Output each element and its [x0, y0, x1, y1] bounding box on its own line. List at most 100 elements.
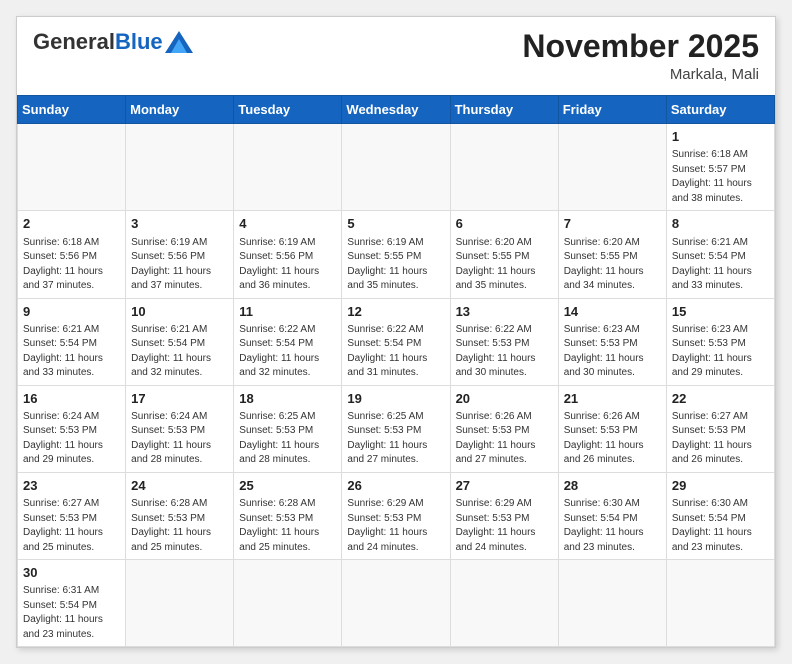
day-cell: 13 Sunrise: 6:22 AM Sunset: 5:53 PM Dayli…	[450, 298, 558, 385]
day-cell	[18, 124, 126, 211]
calendar-header: General Blue November 2025 Markala, Mali	[17, 17, 775, 87]
day-info: Sunrise: 6:26 AM Sunset: 5:53 PM Dayligh…	[456, 410, 553, 468]
weekday-header-friday: Friday	[558, 96, 666, 124]
location-title: Markala, Mali	[522, 66, 759, 83]
day-cell: 18 Sunrise: 6:25 AM Sunset: 5:53 PM Dayli…	[234, 385, 342, 472]
day-info: Sunrise: 6:23 AM Sunset: 5:53 PM Dayligh…	[564, 323, 661, 381]
day-number: 13	[456, 303, 553, 321]
day-info: Sunrise: 6:25 AM Sunset: 5:53 PM Dayligh…	[239, 410, 336, 468]
day-cell	[450, 560, 558, 647]
week-row-4: 16 Sunrise: 6:24 AM Sunset: 5:53 PM Dayli…	[18, 385, 775, 472]
day-info: Sunrise: 6:20 AM Sunset: 5:55 PM Dayligh…	[456, 236, 553, 294]
day-info: Sunrise: 6:23 AM Sunset: 5:53 PM Dayligh…	[672, 323, 769, 381]
day-cell: 25 Sunrise: 6:28 AM Sunset: 5:53 PM Dayli…	[234, 472, 342, 559]
weekday-header-monday: Monday	[126, 96, 234, 124]
day-info: Sunrise: 6:21 AM Sunset: 5:54 PM Dayligh…	[131, 323, 228, 381]
day-info: Sunrise: 6:18 AM Sunset: 5:57 PM Dayligh…	[672, 148, 769, 206]
day-number: 4	[239, 215, 336, 233]
day-info: Sunrise: 6:20 AM Sunset: 5:55 PM Dayligh…	[564, 236, 661, 294]
calendar-table: SundayMondayTuesdayWednesdayThursdayFrid…	[17, 95, 775, 647]
day-number: 12	[347, 303, 444, 321]
calendar-container: General Blue November 2025 Markala, Mali…	[16, 16, 776, 648]
day-cell: 10Sunrise: 6:21 AM Sunset: 5:54 PM Dayli…	[126, 298, 234, 385]
day-number: 19	[347, 390, 444, 408]
day-number: 24	[131, 477, 228, 495]
logo-general-text: General	[33, 29, 115, 55]
day-number: 8	[672, 215, 769, 233]
day-info: Sunrise: 6:21 AM Sunset: 5:54 PM Dayligh…	[23, 323, 120, 381]
day-number: 5	[347, 215, 444, 233]
day-info: Sunrise: 6:22 AM Sunset: 5:54 PM Dayligh…	[347, 323, 444, 381]
day-number: 21	[564, 390, 661, 408]
day-info: Sunrise: 6:19 AM Sunset: 5:56 PM Dayligh…	[239, 236, 336, 294]
day-cell: 1 Sunrise: 6:18 AM Sunset: 5:57 PM Daylig…	[666, 124, 774, 211]
day-info: Sunrise: 6:19 AM Sunset: 5:56 PM Dayligh…	[131, 236, 228, 294]
day-cell: 14Sunrise: 6:23 AM Sunset: 5:53 PM Dayli…	[558, 298, 666, 385]
day-cell: 19Sunrise: 6:25 AM Sunset: 5:53 PM Dayli…	[342, 385, 450, 472]
day-cell	[126, 560, 234, 647]
day-info: Sunrise: 6:30 AM Sunset: 5:54 PM Dayligh…	[672, 497, 769, 555]
day-number: 25	[239, 477, 336, 495]
day-info: Sunrise: 6:22 AM Sunset: 5:53 PM Dayligh…	[456, 323, 553, 381]
logo-blue-text: Blue	[115, 29, 163, 55]
day-number: 1	[672, 128, 769, 146]
day-number: 6	[456, 215, 553, 233]
day-number: 28	[564, 477, 661, 495]
day-cell: 22Sunrise: 6:27 AM Sunset: 5:53 PM Dayli…	[666, 385, 774, 472]
day-info: Sunrise: 6:28 AM Sunset: 5:53 PM Dayligh…	[239, 497, 336, 555]
day-cell: 30 Sunrise: 6:31 AM Sunset: 5:54 PM Dayli…	[18, 560, 126, 647]
day-info: Sunrise: 6:18 AM Sunset: 5:56 PM Dayligh…	[23, 236, 120, 294]
logo-icon	[165, 31, 193, 53]
day-cell: 15Sunrise: 6:23 AM Sunset: 5:53 PM Dayli…	[666, 298, 774, 385]
day-cell: 24 Sunrise: 6:28 AM Sunset: 5:53 PM Dayli…	[126, 472, 234, 559]
day-cell: 23Sunrise: 6:27 AM Sunset: 5:53 PM Dayli…	[18, 472, 126, 559]
day-cell: 11Sunrise: 6:22 AM Sunset: 5:54 PM Dayli…	[234, 298, 342, 385]
day-cell: 4 Sunrise: 6:19 AM Sunset: 5:56 PM Daylig…	[234, 211, 342, 298]
day-cell	[234, 124, 342, 211]
day-number: 2	[23, 215, 120, 233]
day-info: Sunrise: 6:27 AM Sunset: 5:53 PM Dayligh…	[23, 497, 120, 555]
day-cell: 7 Sunrise: 6:20 AM Sunset: 5:55 PM Daylig…	[558, 211, 666, 298]
day-cell: 27Sunrise: 6:29 AM Sunset: 5:53 PM Dayli…	[450, 472, 558, 559]
week-row-5: 23Sunrise: 6:27 AM Sunset: 5:53 PM Dayli…	[18, 472, 775, 559]
weekday-header-sunday: Sunday	[18, 96, 126, 124]
day-number: 7	[564, 215, 661, 233]
day-cell	[558, 124, 666, 211]
day-info: Sunrise: 6:31 AM Sunset: 5:54 PM Dayligh…	[23, 584, 120, 642]
day-cell: 6 Sunrise: 6:20 AM Sunset: 5:55 PM Daylig…	[450, 211, 558, 298]
title-block: November 2025 Markala, Mali	[522, 29, 759, 83]
day-info: Sunrise: 6:22 AM Sunset: 5:54 PM Dayligh…	[239, 323, 336, 381]
day-cell	[558, 560, 666, 647]
logo: General Blue	[33, 29, 193, 55]
week-row-3: 9 Sunrise: 6:21 AM Sunset: 5:54 PM Daylig…	[18, 298, 775, 385]
weekday-header-row: SundayMondayTuesdayWednesdayThursdayFrid…	[18, 96, 775, 124]
day-cell	[666, 560, 774, 647]
day-cell: 12 Sunrise: 6:22 AM Sunset: 5:54 PM Dayli…	[342, 298, 450, 385]
day-cell: 26 Sunrise: 6:29 AM Sunset: 5:53 PM Dayli…	[342, 472, 450, 559]
day-number: 30	[23, 564, 120, 582]
day-cell	[450, 124, 558, 211]
week-row-6: 30 Sunrise: 6:31 AM Sunset: 5:54 PM Dayli…	[18, 560, 775, 647]
day-info: Sunrise: 6:24 AM Sunset: 5:53 PM Dayligh…	[131, 410, 228, 468]
day-info: Sunrise: 6:29 AM Sunset: 5:53 PM Dayligh…	[347, 497, 444, 555]
day-cell	[126, 124, 234, 211]
day-cell: 28 Sunrise: 6:30 AM Sunset: 5:54 PM Dayli…	[558, 472, 666, 559]
day-number: 17	[131, 390, 228, 408]
week-row-2: 2 Sunrise: 6:18 AM Sunset: 5:56 PM Daylig…	[18, 211, 775, 298]
day-info: Sunrise: 6:21 AM Sunset: 5:54 PM Dayligh…	[672, 236, 769, 294]
weekday-header-wednesday: Wednesday	[342, 96, 450, 124]
day-number: 26	[347, 477, 444, 495]
day-number: 18	[239, 390, 336, 408]
weekday-header-saturday: Saturday	[666, 96, 774, 124]
day-info: Sunrise: 6:29 AM Sunset: 5:53 PM Dayligh…	[456, 497, 553, 555]
day-number: 29	[672, 477, 769, 495]
day-cell: 21Sunrise: 6:26 AM Sunset: 5:53 PM Dayli…	[558, 385, 666, 472]
weekday-header-tuesday: Tuesday	[234, 96, 342, 124]
day-info: Sunrise: 6:30 AM Sunset: 5:54 PM Dayligh…	[564, 497, 661, 555]
day-info: Sunrise: 6:28 AM Sunset: 5:53 PM Dayligh…	[131, 497, 228, 555]
day-number: 16	[23, 390, 120, 408]
day-cell	[342, 560, 450, 647]
day-number: 9	[23, 303, 120, 321]
day-number: 3	[131, 215, 228, 233]
weekday-header-thursday: Thursday	[450, 96, 558, 124]
